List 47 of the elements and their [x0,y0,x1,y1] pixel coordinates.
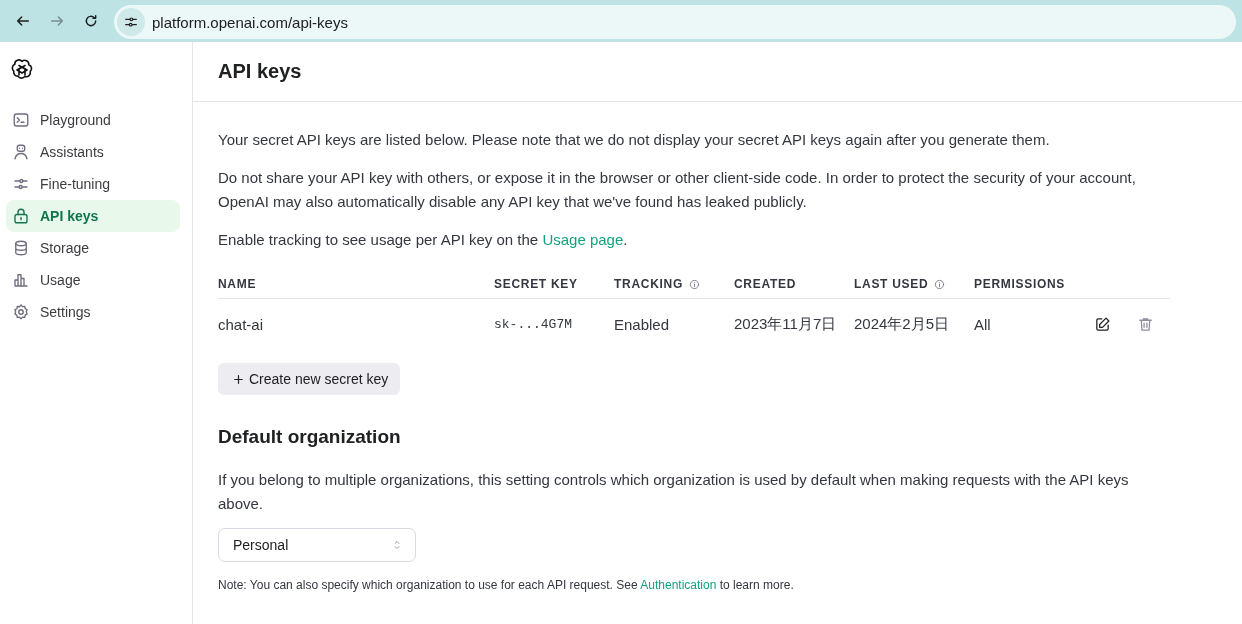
paragraph: If you belong to multiple organizations, this setting controls which organization is used by default when making requests with the API keys above. [218,470,1130,514]
page-title: API keys [218,60,302,83]
table-cell-text: 2024年2月5日 [854,313,951,334]
column-header: TRACKING [614,277,684,291]
column-header: SECRET KEY [494,277,578,291]
edit-icon[interactable] [1094,315,1111,333]
plus-icon [232,372,245,386]
paragraph: Do not share your API key with others, or expose it in the browser or other client-side code. In order to protect the security of your account, OpenAI may also automatically disable any API key that we've found has leaked publicly. [218,168,1137,212]
paragraph: Enable tracking to see usage per API key on the Usage page. [218,230,629,250]
sidebar-item[interactable]: Playground [6,104,180,136]
trash-icon[interactable] [1137,315,1154,333]
column-header: LAST USED [854,277,930,291]
lock-icon [12,207,30,225]
table-cell-text: Enabled [614,314,671,335]
info-icon[interactable] [934,278,946,290]
robot-icon [12,143,30,161]
gear-icon [12,303,30,321]
organization-select[interactable]: Personal [218,528,416,562]
column-header: CREATED [734,277,796,291]
paragraph: Your secret API keys are listed below. Please note that we do not display your secret API keys again after you generate them. [218,130,1051,150]
chevron-updown-icon [391,539,403,551]
bar-chart-icon [12,271,30,289]
sidebar-item[interactable]: Assistants [6,136,180,168]
create-key-button[interactable]: Create new secret key [218,363,401,395]
column-header: NAME [218,277,257,291]
terminal-icon [12,111,30,129]
database-icon [12,239,30,257]
column-header: PERMISSIONS [974,277,1066,291]
site-settings-button[interactable] [117,8,145,36]
sliders-icon [123,14,139,30]
table-cell-text: sk-...4G7M [494,315,573,334]
table-cell-text: chat-ai [218,314,265,335]
table-cell-text: 2023年11月7日 [734,313,838,334]
table-cell-text: All [974,314,992,335]
sidebar-item[interactable]: API keys [6,200,180,232]
sidebar-item[interactable]: Usage [6,264,180,296]
back-arrow-icon[interactable] [15,13,31,29]
reload-icon[interactable] [83,13,99,29]
section-title: Default organization [218,426,402,448]
sidebar-item[interactable]: Settings [6,296,180,328]
note-text: Note: You can also specify which organization to use for each API request. See Authentication to learn more. [218,578,795,592]
logo-icon [10,58,34,82]
url-text: platform.openai.com/api-keys [152,13,348,31]
info-icon[interactable] [688,278,700,290]
sidebar-item[interactable]: Fine-tuning [6,168,180,200]
sidebar-item[interactable]: Storage [6,232,180,264]
address-bar[interactable]: platform.openai.com/api-keys [114,5,1236,39]
